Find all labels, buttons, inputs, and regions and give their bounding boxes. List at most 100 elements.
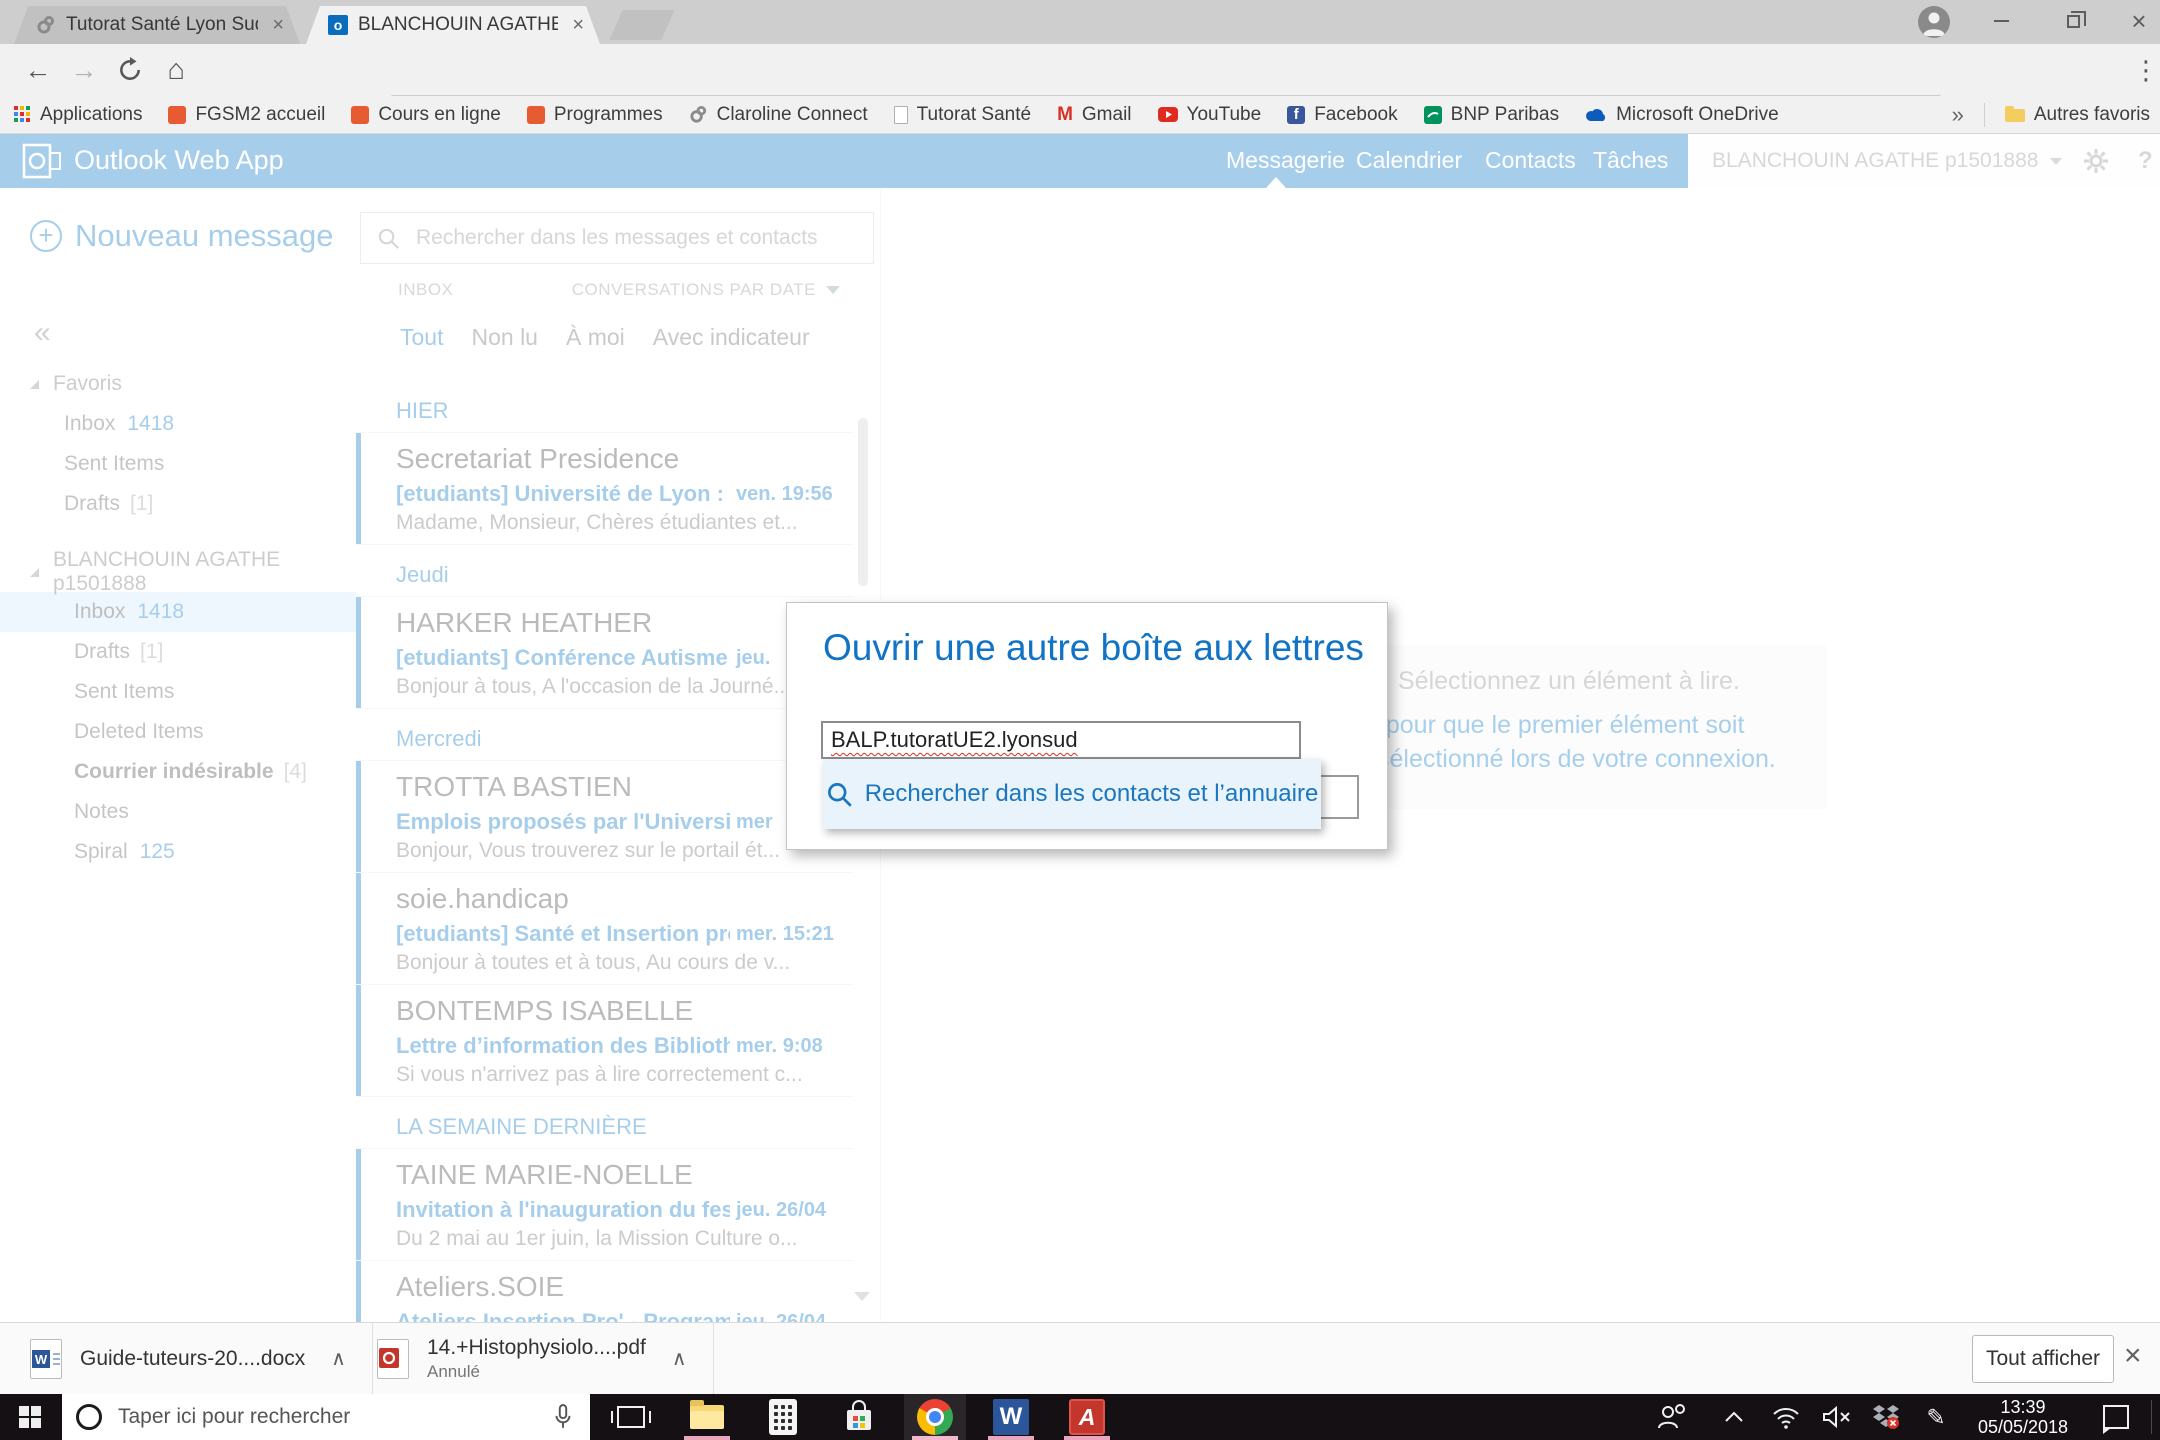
mailbox-name-input[interactable]: BALP.tutoratUE2.lyonsud bbox=[821, 721, 1301, 759]
claroline-orange-icon bbox=[351, 105, 370, 124]
acrobat-taskbar-button[interactable]: A bbox=[1056, 1394, 1118, 1440]
tab-close-icon[interactable]: × bbox=[568, 14, 588, 37]
window-minimize-button[interactable] bbox=[1972, 0, 2030, 42]
download-status: Annulé bbox=[427, 1361, 480, 1381]
clock-date: 05/05/2018 bbox=[1977, 1417, 2069, 1437]
youtube-icon bbox=[1157, 107, 1178, 122]
pen-tray-button[interactable]: ✎ bbox=[1912, 1394, 1960, 1440]
pen-icon: ✎ bbox=[1926, 1403, 1946, 1430]
download-item-docx[interactable]: W Guide-tuteurs-20....docx ∧ bbox=[0, 1323, 373, 1394]
hidden-icons-button[interactable] bbox=[1710, 1394, 1758, 1440]
clock-time: 13:39 bbox=[2000, 1397, 2046, 1417]
bookmarks-divider bbox=[1983, 103, 1985, 127]
download-item-pdf[interactable]: 14.+Histophysiolo....pdf Annulé ∧ bbox=[347, 1323, 714, 1394]
pdf-doc-icon bbox=[377, 1338, 409, 1379]
word-doc-icon: W bbox=[30, 1338, 62, 1379]
bookmark-applications[interactable]: Applications bbox=[14, 104, 142, 126]
download-chevron-icon[interactable]: ∧ bbox=[672, 1346, 687, 1371]
tutorat-sante-favicon bbox=[36, 15, 56, 35]
taskbar-search-placeholder: Taper ici pour rechercher bbox=[118, 1405, 351, 1428]
action-center-button[interactable] bbox=[2090, 1394, 2142, 1440]
acrobat-icon: A bbox=[1069, 1399, 1105, 1435]
back-icon[interactable]: ← bbox=[18, 52, 58, 88]
tab-title: BLANCHOUIN AGATHE p bbox=[358, 14, 559, 35]
apps-grid-icon bbox=[14, 106, 31, 123]
browser-toolbar: ← → ⌂ Sécurisé https://mail.univ-lyon1.f… bbox=[0, 44, 2160, 133]
chrome-taskbar-button[interactable] bbox=[904, 1394, 966, 1440]
bookmark-cours-en-ligne[interactable]: Cours en ligne bbox=[351, 104, 501, 126]
people-tray-button[interactable] bbox=[1646, 1394, 1698, 1440]
file-explorer-button[interactable] bbox=[676, 1394, 738, 1440]
volume-muted-icon bbox=[1823, 1405, 1850, 1429]
chrome-menu-icon[interactable]: ⋮ bbox=[2126, 52, 2160, 88]
chevron-up-icon bbox=[1725, 1411, 1743, 1422]
svg-text:W: W bbox=[35, 1352, 48, 1367]
claroline-orange-icon bbox=[168, 105, 187, 124]
bookmark-youtube[interactable]: YouTube bbox=[1157, 104, 1261, 126]
task-view-icon bbox=[611, 1406, 651, 1428]
chrome-icon bbox=[917, 1399, 953, 1435]
claroline-logo-icon bbox=[689, 105, 708, 124]
bookmark-programmes[interactable]: Programmes bbox=[526, 104, 663, 126]
wifi-icon bbox=[1773, 1408, 1799, 1429]
home-icon[interactable]: ⌂ bbox=[156, 52, 196, 88]
download-chevron-icon[interactable]: ∧ bbox=[331, 1346, 346, 1371]
file-explorer-icon bbox=[690, 1400, 724, 1429]
bookmark-claroline-connect[interactable]: Claroline Connect bbox=[689, 104, 868, 126]
windows-taskbar: Taper ici pour rechercher W A ✎ 13:39 05… bbox=[0, 1394, 2160, 1440]
microsoft-store-icon bbox=[847, 1400, 871, 1430]
downloads-bar: W Guide-tuteurs-20....docx ∧ 14.+Histoph… bbox=[0, 1322, 2160, 1394]
calculator-button[interactable] bbox=[752, 1394, 814, 1440]
wifi-tray-button[interactable] bbox=[1762, 1394, 1810, 1440]
show-desktop-divider[interactable] bbox=[2151, 1400, 2152, 1434]
window-close-button[interactable]: × bbox=[2110, 0, 2160, 42]
window-restore-button[interactable] bbox=[2044, 0, 2102, 42]
bookmarks-right-cluster: » Autres favoris bbox=[1952, 96, 2150, 134]
other-bookmarks-label[interactable]: Autres favoris bbox=[2034, 104, 2150, 126]
tab-tutorat-sante[interactable]: Tutorat Santé Lyon Sud - × bbox=[14, 6, 300, 44]
action-center-icon bbox=[2103, 1405, 2129, 1434]
search-icon bbox=[827, 782, 852, 807]
bookmark-bnp-paribas[interactable]: BNP Paribas bbox=[1423, 104, 1559, 126]
windows-logo-icon bbox=[19, 1406, 41, 1428]
other-bookmarks-folder-icon bbox=[2004, 105, 2025, 122]
start-button[interactable] bbox=[0, 1394, 60, 1440]
tab-close-icon[interactable]: × bbox=[268, 14, 288, 37]
bookmarks-overflow-icon[interactable]: » bbox=[1952, 102, 1964, 128]
screen: Tutorat Santé Lyon Sud - × o BLANCHOUIN … bbox=[0, 0, 2160, 1440]
forward-icon[interactable]: → bbox=[64, 52, 104, 88]
gmail-icon: M bbox=[1057, 103, 1073, 125]
task-view-button[interactable] bbox=[600, 1394, 662, 1440]
dropbox-tray-button[interactable] bbox=[1862, 1394, 1910, 1440]
bookmarks-bar: Applications FGSM2 accueil Cours en lign… bbox=[0, 96, 2160, 134]
tab-owa[interactable]: o BLANCHOUIN AGATHE p × bbox=[306, 6, 600, 44]
tab-title: Tutorat Santé Lyon Sud - bbox=[66, 14, 259, 35]
microphone-icon[interactable] bbox=[552, 1403, 574, 1431]
close-downloads-bar-icon[interactable]: × bbox=[2124, 1339, 2142, 1373]
bookmark-facebook[interactable]: f Facebook bbox=[1287, 104, 1398, 126]
bookmark-tutorat-sante[interactable]: Tutorat Santé bbox=[893, 104, 1031, 126]
taskbar-clock[interactable]: 13:39 05/05/2018 bbox=[1962, 1397, 2084, 1437]
volume-muted-button[interactable] bbox=[1812, 1394, 1860, 1440]
bnp-paribas-icon bbox=[1423, 105, 1442, 124]
reload-icon[interactable] bbox=[110, 52, 150, 88]
open-mailbox-dialog: Ouvrir une autre boîte aux lettres BALP.… bbox=[786, 602, 1388, 850]
directory-search-suggestion[interactable]: Rechercher dans les contacts et l’annuai… bbox=[823, 759, 1321, 829]
show-all-downloads-button[interactable]: Tout afficher bbox=[1972, 1335, 2114, 1383]
facebook-icon: f bbox=[1287, 105, 1306, 124]
dropbox-error-icon bbox=[1873, 1405, 1899, 1429]
word-icon: W bbox=[993, 1399, 1029, 1435]
word-taskbar-button[interactable]: W bbox=[980, 1394, 1042, 1440]
bookmark-onedrive[interactable]: Microsoft OneDrive bbox=[1585, 104, 1779, 126]
bookmark-fgsm2[interactable]: FGSM2 accueil bbox=[168, 104, 325, 126]
onedrive-cloud-icon bbox=[1585, 108, 1607, 122]
taskbar-search-box[interactable]: Taper ici pour rechercher bbox=[62, 1394, 590, 1440]
microsoft-store-button[interactable] bbox=[828, 1394, 890, 1440]
running-indicator bbox=[988, 1436, 1034, 1440]
bookmark-gmail[interactable]: M Gmail bbox=[1057, 104, 1131, 126]
browser-profile-avatar-icon[interactable] bbox=[1918, 6, 1950, 38]
cortana-icon bbox=[76, 1404, 102, 1430]
new-tab-button[interactable] bbox=[609, 10, 675, 40]
running-indicator bbox=[684, 1436, 730, 1440]
calculator-icon bbox=[769, 1399, 797, 1435]
